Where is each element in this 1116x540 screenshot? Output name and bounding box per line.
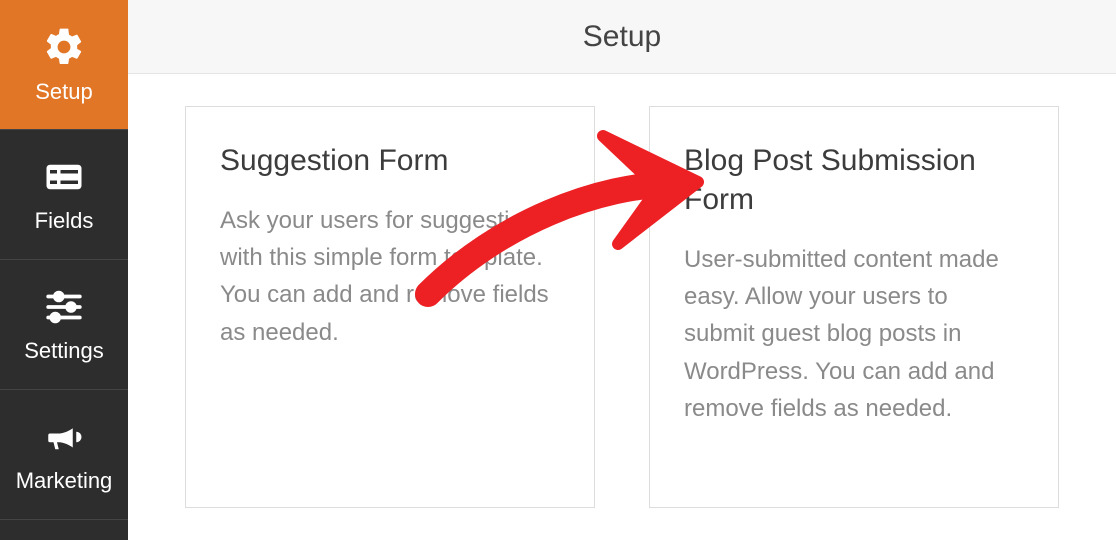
sidebar-item-label: Settings (24, 338, 104, 364)
card-description: User-submitted content made easy. Allow … (684, 241, 1024, 427)
sidebar-item-label: Setup (35, 79, 93, 105)
page-header: Setup (128, 0, 1116, 74)
sidebar-item-label: Fields (35, 208, 94, 234)
bullhorn-icon (43, 416, 85, 458)
sidebar-item-fields[interactable]: Fields (0, 130, 128, 260)
template-card-suggestion-form[interactable]: Suggestion Form Ask your users for sugge… (185, 106, 595, 508)
sliders-icon (43, 286, 85, 328)
sidebar-item-settings[interactable]: Settings (0, 260, 128, 390)
sidebar-item-setup[interactable]: Setup (0, 0, 128, 130)
sidebar: Setup Fields (0, 0, 128, 540)
card-description: Ask your users for suggestions with this… (220, 202, 560, 351)
sidebar-item-label: Marketing (16, 468, 113, 494)
template-grid: Suggestion Form Ask your users for sugge… (128, 74, 1116, 540)
template-card-blog-post-submission-form[interactable]: Blog Post Submission Form User-submitted… (649, 106, 1059, 508)
sidebar-item-marketing[interactable]: Marketing (0, 390, 128, 520)
list-icon (43, 156, 85, 198)
gear-icon (42, 25, 86, 69)
main-area: Setup Suggestion Form Ask your users for… (128, 0, 1116, 540)
app-root: Setup Fields (0, 0, 1116, 540)
card-title: Blog Post Submission Form (684, 141, 1024, 219)
page-title: Setup (583, 20, 661, 54)
card-title: Suggestion Form (220, 141, 560, 180)
